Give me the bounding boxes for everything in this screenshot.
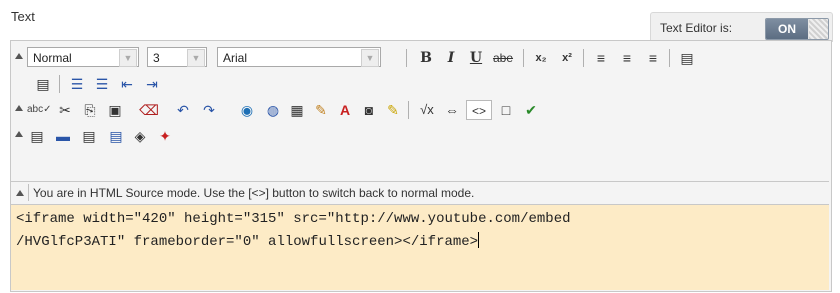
paragraph-format-select[interactable]: Normal ▼ — [27, 47, 139, 67]
media-icon[interactable]: ▬ — [53, 126, 73, 146]
source-line: /HVGlfcP3ATI" frameborder="0" allowfulls… — [16, 232, 480, 250]
mode-notice: You are in HTML Source mode. Use the [<>… — [33, 186, 475, 200]
pencil-icon[interactable]: ✎ — [311, 100, 331, 120]
numbered-list-icon[interactable]: ☰ — [67, 74, 87, 94]
paste-doc-icon[interactable]: ▤ — [33, 74, 53, 94]
source-line: <iframe width="420" height="315" src="ht… — [16, 211, 571, 227]
mode-notice-bar: You are in HTML Source mode. Use the [<>… — [11, 181, 829, 205]
text-editor-label: Text Editor is: — [660, 21, 733, 35]
flash-icon[interactable]: ✦ — [155, 126, 175, 146]
document-icon[interactable]: ▤ — [27, 126, 47, 146]
embed-code-icon[interactable]: ⇔ — [442, 100, 462, 120]
toolbar-separator — [523, 49, 524, 67]
emoticon-icon[interactable]: ◙ — [359, 100, 379, 120]
collapse-icon[interactable] — [15, 53, 23, 59]
cut-icon[interactable]: ✂ — [55, 100, 75, 120]
paste-icon[interactable]: ▣ — [105, 100, 125, 120]
collapse-icon[interactable] — [15, 105, 23, 111]
toolbar-separator — [583, 49, 584, 67]
field-label: Text — [11, 9, 35, 24]
italic-button[interactable]: I — [441, 48, 461, 68]
toolbar-row-3: abc✓ ✂ ⎘ ▣ ⌫ ↶ ↷ ◉ ◍ ▦ ✎ A ◙ ✎ √x ⇔ <> □… — [11, 98, 831, 122]
fullscreen-icon[interactable]: □ — [496, 100, 516, 120]
font-size-value: 3 — [153, 51, 160, 65]
file-search-icon[interactable]: ▤ — [106, 126, 126, 146]
source-line-text: /HVGlfcP3ATI" frameborder="0" allowfulls… — [16, 234, 479, 250]
toolbar-row-1: Normal ▼ 3 ▼ Arial ▼ B I U abe x₂ x² ≡ ≡… — [11, 46, 831, 70]
check-icon[interactable]: ✔ — [521, 100, 541, 120]
rich-text-editor: Normal ▼ 3 ▼ Arial ▼ B I U abe x₂ x² ≡ ≡… — [10, 40, 832, 292]
toggle-on-label: ON — [766, 19, 808, 39]
spellcheck-icon[interactable]: abc✓ — [27, 100, 52, 120]
text-color-icon[interactable]: A — [335, 100, 355, 120]
text-editor-toggle-panel: Text Editor is: ON — [650, 12, 833, 42]
text-cursor — [478, 232, 480, 248]
globe-link-icon[interactable]: ◉ — [237, 100, 257, 120]
toolbar-row-4: ▤ ▬ ▤ ▤ ◈ ✦ — [11, 124, 831, 148]
toolbar-row-2: ▤ ☰ ☰ ⇤ ⇥ — [11, 72, 831, 96]
toolbar-separator — [408, 101, 409, 119]
collapse-icon[interactable] — [15, 131, 23, 137]
subscript-button[interactable]: x₂ — [531, 48, 551, 68]
font-family-value: Arial — [223, 51, 248, 65]
paragraph-format-value: Normal — [33, 51, 72, 65]
bold-button[interactable]: B — [416, 48, 436, 68]
redo-icon[interactable]: ↷ — [199, 100, 219, 120]
superscript-button[interactable]: x² — [557, 48, 577, 68]
file-icon[interactable]: ▤ — [79, 126, 99, 146]
html-source-textarea[interactable]: <iframe width="420" height="315" src="ht… — [11, 205, 829, 290]
divider — [28, 184, 29, 201]
copy-icon[interactable]: ⎘ — [80, 100, 100, 120]
justify-icon[interactable]: ▤ — [677, 48, 697, 68]
font-family-select[interactable]: Arial ▼ — [217, 47, 381, 67]
bullet-list-icon[interactable]: ☰ — [92, 74, 112, 94]
chevron-down-icon: ▼ — [187, 49, 205, 67]
toolbar-separator — [59, 75, 60, 93]
outdent-icon[interactable]: ⇤ — [117, 74, 137, 94]
html-source-icon[interactable]: <> — [466, 100, 492, 120]
indent-icon[interactable]: ⇥ — [142, 74, 162, 94]
font-size-select[interactable]: 3 ▼ — [147, 47, 207, 67]
strikethrough-button[interactable]: abe — [489, 48, 517, 68]
chevron-down-icon: ▼ — [361, 49, 379, 67]
toggle-grip — [809, 19, 828, 39]
chevron-down-icon: ▼ — [119, 49, 137, 67]
align-right-icon[interactable]: ≡ — [643, 48, 663, 68]
text-editor-toggle[interactable]: ON — [765, 18, 829, 40]
image-icon[interactable]: ◍ — [263, 100, 283, 120]
toolbar-separator — [406, 49, 407, 67]
undo-icon[interactable]: ↶ — [173, 100, 193, 120]
table-icon[interactable]: ▦ — [287, 100, 307, 120]
underline-button[interactable]: U — [466, 48, 486, 68]
align-center-icon[interactable]: ≡ — [617, 48, 637, 68]
math-equation-icon[interactable]: √x — [414, 100, 440, 120]
toolbar-separator — [669, 49, 670, 67]
eraser-icon[interactable]: ⌫ — [139, 100, 159, 120]
mashup-icon[interactable]: ◈ — [130, 126, 150, 146]
highlight-icon[interactable]: ✎ — [383, 100, 403, 120]
align-left-icon[interactable]: ≡ — [591, 48, 611, 68]
collapse-icon[interactable] — [16, 190, 24, 196]
